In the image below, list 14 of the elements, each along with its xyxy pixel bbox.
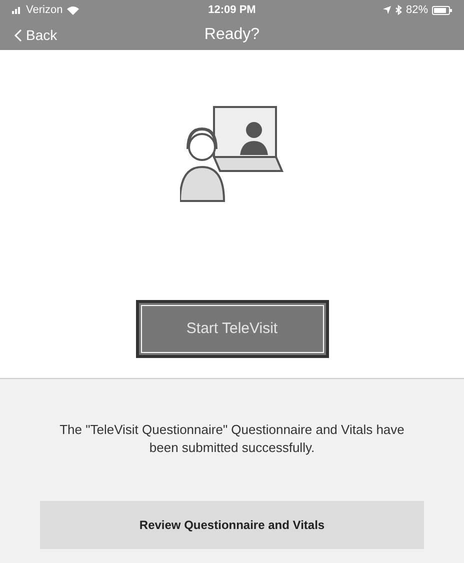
signal-icon [12, 6, 22, 14]
review-questionnaire-button[interactable]: Review Questionnaire and Vitals [40, 501, 424, 549]
battery-percent: 82% [406, 2, 428, 18]
screen-title: Ready? [204, 25, 260, 45]
wifi-icon [66, 6, 79, 14]
bluetooth-icon [394, 5, 402, 15]
carrier-name: Verizon [26, 2, 63, 18]
clock-time: 12:09 PM [208, 2, 256, 18]
success-message: The "TeleVisit Questionnaire" Questionnaire and Vitals have been submitted successfully. [58, 421, 406, 457]
location-arrow-icon [382, 6, 391, 14]
start-televisit-button[interactable]: Start TeleVisit [136, 300, 328, 358]
back-chevron-icon [14, 28, 22, 42]
battery-icon [432, 6, 452, 14]
back-button[interactable]: Back [14, 24, 58, 46]
